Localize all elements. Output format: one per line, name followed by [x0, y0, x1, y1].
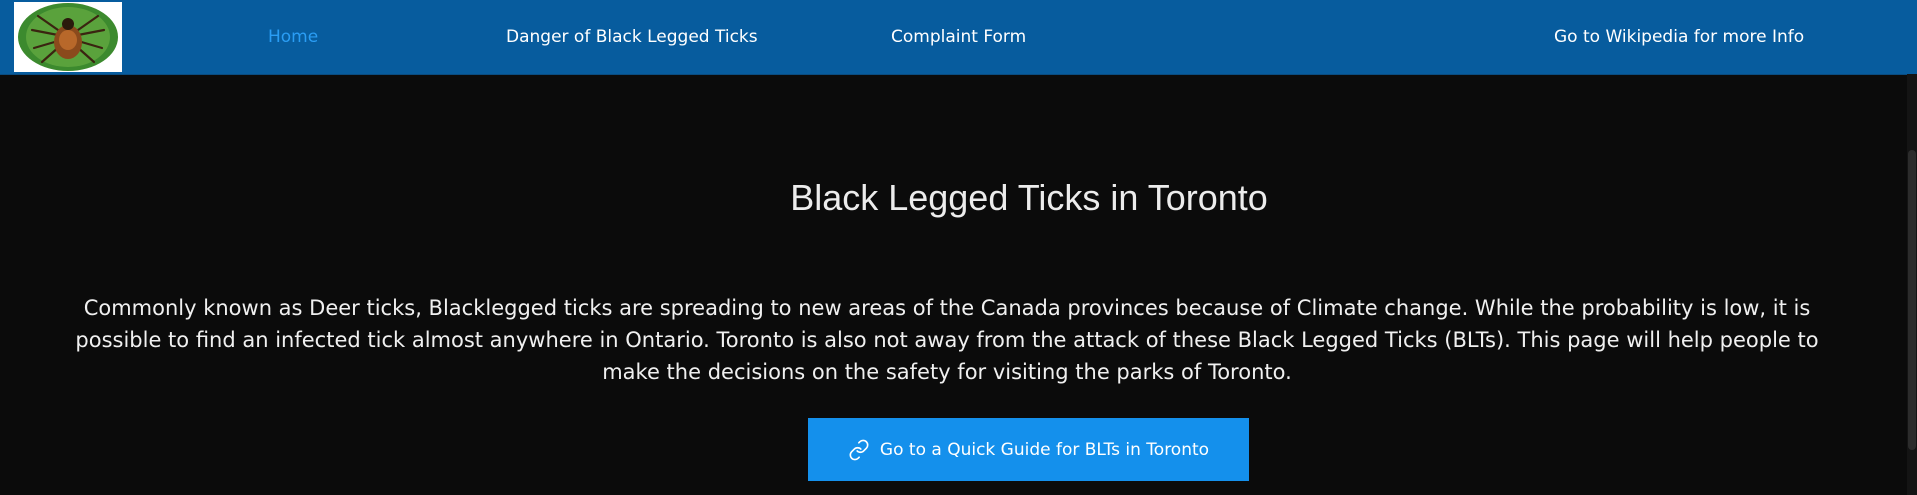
quick-guide-button[interactable]: Go to a Quick Guide for BLTs in Toronto	[808, 418, 1249, 481]
page-title: Black Legged Ticks in Toronto	[790, 177, 1268, 218]
link-icon	[848, 439, 870, 461]
nav-link-wikipedia[interactable]: Go to Wikipedia for more Info	[1554, 26, 1804, 48]
vertical-scrollbar[interactable]	[1907, 74, 1917, 495]
tick-logo-image	[14, 2, 122, 72]
nav-link-home[interactable]: Home	[268, 26, 318, 48]
quick-guide-button-label: Go to a Quick Guide for BLTs in Toronto	[879, 439, 1210, 460]
top-navbar: Home Danger of Black Legged Ticks Compla…	[0, 0, 1917, 75]
nav-link-complaint-form[interactable]: Complaint Form	[891, 26, 1026, 48]
page: Home Danger of Black Legged Ticks Compla…	[0, 0, 1917, 495]
intro-paragraph: Commonly known as Deer ticks, Blacklegge…	[75, 296, 1819, 384]
scrollbar-thumb[interactable]	[1908, 150, 1916, 450]
site-logo[interactable]	[14, 2, 122, 72]
nav-link-danger[interactable]: Danger of Black Legged Ticks	[506, 26, 758, 48]
